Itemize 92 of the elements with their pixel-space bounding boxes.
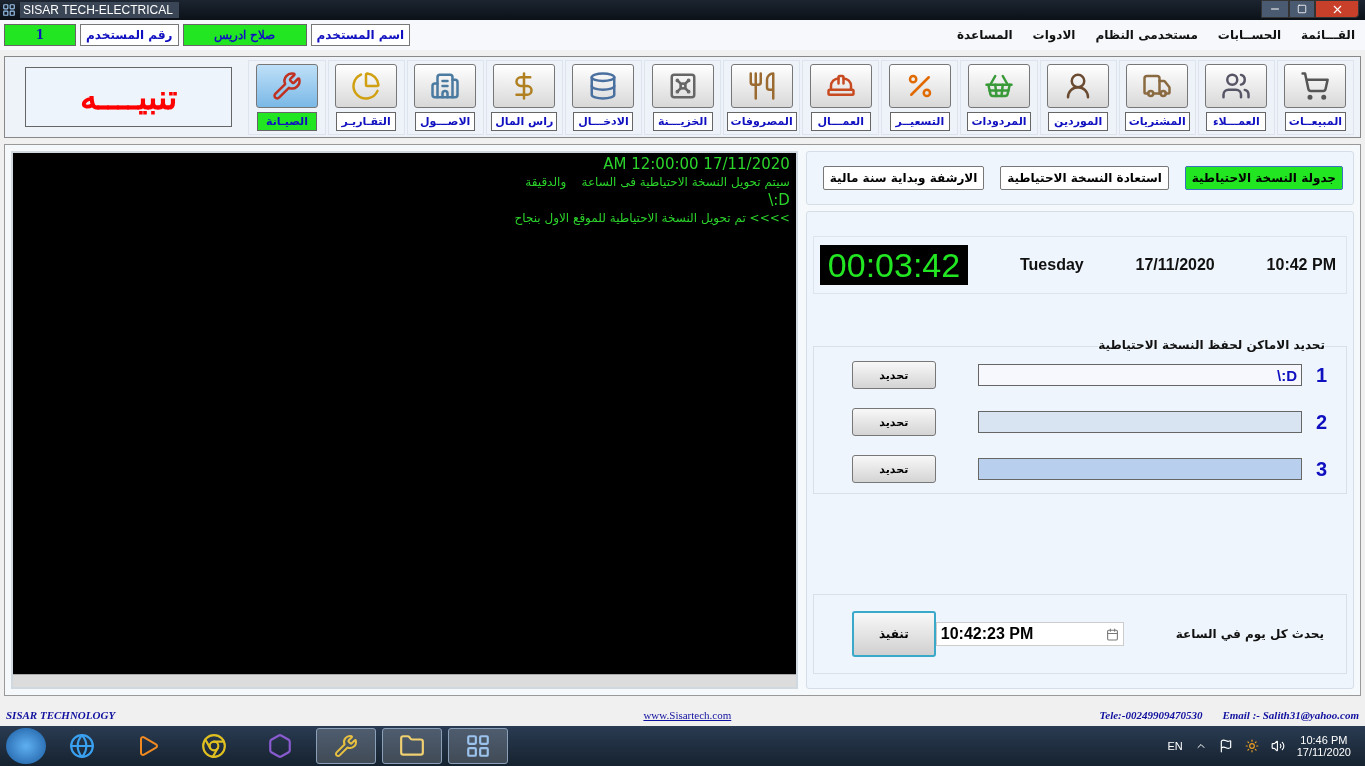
- volume-icon[interactable]: [1270, 739, 1285, 753]
- toolbar-button[interactable]: [1047, 63, 1110, 108]
- phone-number: Tele:-00249909470530: [1099, 709, 1203, 721]
- toolbar-button[interactable]: [335, 63, 398, 108]
- log-message: سيتم تحويل النسخة الاحتياطية فى الساعة والدقيقة: [525, 174, 790, 191]
- tab[interactable]: استعادة النسخة الاحتياطية: [1000, 166, 1169, 190]
- path-field[interactable]: [978, 411, 1302, 433]
- toolbar-button[interactable]: [730, 63, 793, 108]
- toolbar-label-button[interactable]: المصروفات: [726, 111, 797, 131]
- toolbar-label-button[interactable]: الاصـــول: [415, 111, 476, 131]
- alert-banner: تنبيــــه: [24, 67, 233, 127]
- menu-item[interactable]: الحســابات: [1217, 28, 1282, 42]
- toolbar-button[interactable]: [414, 63, 477, 108]
- toolbar-button[interactable]: [651, 63, 714, 108]
- hexagon-icon: [267, 733, 293, 759]
- email-address: Email :- Salith31@yahoo.com: [1222, 709, 1359, 721]
- window-title: SISAR TECH-ELECTRICAL: [20, 2, 179, 18]
- toolbar-label-button[interactable]: راس المال: [491, 111, 558, 131]
- log-timestamp: AM 12:00:00 17/11/2020: [603, 155, 790, 173]
- toolbar-label-button[interactable]: المشتريات: [1124, 111, 1190, 131]
- maximize-icon: [1297, 4, 1307, 14]
- taskbar-clock[interactable]: 10:46 PM 17/11/2020: [1296, 734, 1351, 758]
- toolbar-button[interactable]: [888, 63, 951, 108]
- toolbar-button[interactable]: [493, 63, 556, 108]
- minimize-button[interactable]: [1261, 0, 1289, 18]
- sun-icon[interactable]: [1244, 739, 1259, 753]
- close-button[interactable]: [1315, 0, 1359, 18]
- toolbar-label-button[interactable]: المبيعــات: [1284, 111, 1347, 131]
- browser-icon: [201, 733, 227, 759]
- globe-icon: [69, 733, 95, 759]
- pie-chart-icon: [351, 70, 382, 101]
- website-link[interactable]: www.Sisartech.com: [643, 709, 732, 721]
- path-field[interactable]: [978, 458, 1302, 480]
- user-name-value: صلاح ادريس: [182, 24, 307, 46]
- time-picker[interactable]: 10:42:23 PM: [935, 622, 1124, 646]
- select-button[interactable]: تحديد: [851, 455, 936, 483]
- log-path: \:D: [768, 191, 790, 209]
- toolbar-label-button[interactable]: العمـــال: [810, 111, 871, 131]
- flag-icon[interactable]: [1218, 739, 1233, 753]
- toolbar-label-button[interactable]: الموردين: [1048, 111, 1109, 131]
- company-name: SISAR TECHNOLOGY: [6, 709, 116, 721]
- folder-icon: [399, 733, 425, 759]
- tab[interactable]: جدولة النسخة الاحتياطية: [1184, 166, 1343, 190]
- toolbar-button[interactable]: [1126, 63, 1189, 108]
- calendar-icon: [1105, 627, 1119, 641]
- app-icon: [465, 733, 491, 759]
- log-message: >>>> تم تحويل النسخة الاحتياطية للموقع الاول بنجاح: [514, 210, 790, 227]
- toolbar-button[interactable]: [256, 63, 318, 108]
- language-indicator[interactable]: EN: [1167, 740, 1183, 752]
- taskbar-button[interactable]: [448, 728, 508, 764]
- wrench-icon: [334, 734, 358, 758]
- taskbar-button[interactable]: [316, 728, 376, 764]
- taskbar-button[interactable]: [382, 728, 442, 764]
- toolbar-label-button[interactable]: العمـــلاء: [1206, 111, 1267, 131]
- toolbar-label-button[interactable]: الخزيـــنة: [652, 111, 713, 131]
- row-number: 2: [1316, 410, 1329, 434]
- menu-item[interactable]: المساعدة: [957, 28, 1013, 42]
- toolbar-button[interactable]: [809, 63, 872, 108]
- execute-button[interactable]: تنفيذ: [851, 611, 936, 657]
- current-time: 10:42 PM: [1266, 256, 1336, 274]
- toolbar-label-button[interactable]: الادخـــال: [573, 111, 634, 131]
- tab[interactable]: الارشفة وبداية سنة مالية: [822, 166, 985, 190]
- row-number: 3: [1316, 457, 1329, 481]
- select-button[interactable]: تحديد: [851, 361, 936, 389]
- user-name-label: اسم المستخدم: [310, 24, 411, 46]
- user-number-label: رقم المستخدم: [80, 24, 179, 46]
- current-day: Tuesday: [1020, 256, 1084, 274]
- toolbar-label-button[interactable]: المردودات: [967, 111, 1031, 131]
- path-field[interactable]: \:D: [978, 364, 1302, 386]
- digital-timer: 00:03:42: [819, 245, 969, 285]
- toolbar-button[interactable]: [1205, 63, 1268, 108]
- wrench-icon: [272, 70, 302, 101]
- toolbar-button[interactable]: [968, 63, 1030, 108]
- maximize-button[interactable]: [1289, 0, 1315, 18]
- app-icon: [2, 3, 16, 17]
- database-icon: [588, 70, 619, 101]
- menu-item[interactable]: القـــائمة: [1301, 28, 1355, 42]
- cart-icon: [1300, 70, 1331, 101]
- row-number: 1: [1316, 363, 1329, 387]
- toolbar-label-button[interactable]: التسعيــر: [889, 111, 950, 131]
- toolbar-button[interactable]: [572, 63, 635, 108]
- start-button[interactable]: [6, 728, 46, 764]
- select-button[interactable]: تحديد: [851, 408, 936, 436]
- toolbar-button[interactable]: [1284, 63, 1347, 108]
- toolbar-label-button[interactable]: التقـاريـر: [336, 111, 397, 131]
- menu-item[interactable]: مستخدمى النظام: [1095, 28, 1198, 42]
- current-date: 17/11/2020: [1135, 256, 1215, 274]
- menu-item[interactable]: الادوات: [1032, 28, 1076, 42]
- toolbar-label-button[interactable]: الصيـانة: [257, 111, 317, 131]
- schedule-label: يحدث كل يوم في الساعة: [1175, 627, 1324, 641]
- group-title: تحديد الاماكن لحفظ النسخة الاحتياطية: [1098, 338, 1325, 352]
- user-number-value: 1: [4, 24, 76, 46]
